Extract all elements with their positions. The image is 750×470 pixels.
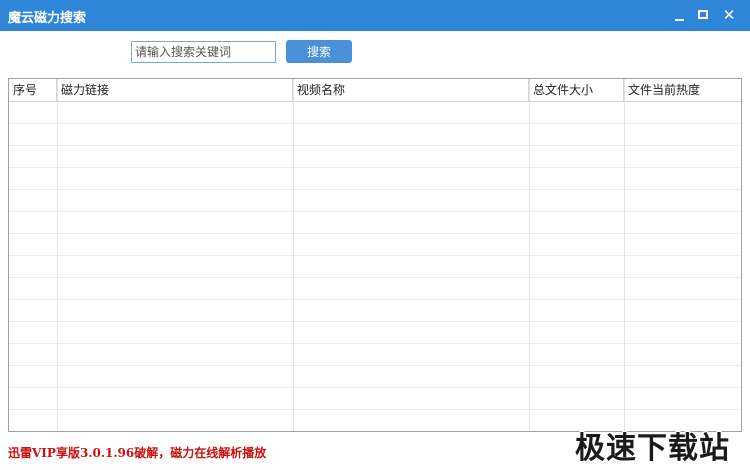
title-bar: 魔云磁力搜索 ✕ — [0, 0, 750, 31]
table-row — [9, 212, 741, 234]
table-row — [9, 366, 741, 388]
window-title: 魔云磁力搜索 — [8, 11, 87, 26]
column-header-popularity[interactable]: 文件当前热度 — [624, 79, 741, 102]
maximize-button[interactable] — [692, 4, 714, 26]
table-row — [9, 322, 741, 344]
search-input[interactable] — [131, 41, 276, 63]
table-row — [9, 234, 741, 256]
column-header-total-size[interactable]: 总文件大小 — [529, 79, 624, 102]
maximize-icon — [698, 10, 708, 19]
search-button[interactable]: 搜索 — [286, 40, 352, 63]
minimize-icon — [674, 18, 684, 21]
table-row — [9, 388, 741, 410]
table-row — [9, 256, 741, 278]
results-table[interactable]: 序号 磁力链接 视频名称 总文件大小 文件当前热度 — [8, 78, 742, 432]
column-divider — [624, 79, 625, 431]
column-header-video-name[interactable]: 视频名称 — [293, 79, 529, 102]
column-divider — [529, 79, 530, 431]
column-header-index[interactable]: 序号 — [9, 79, 57, 102]
column-header-magnet-link[interactable]: 磁力链接 — [57, 79, 293, 102]
status-text: 迅雷VIP享版3.0.1.96破解，磁力在线解析播放 — [8, 446, 267, 460]
column-divider — [293, 79, 294, 431]
close-icon: ✕ — [722, 6, 736, 24]
watermark-logo: 极速下载站 — [575, 431, 730, 466]
column-divider — [57, 79, 58, 431]
table-row — [9, 102, 741, 124]
table-header: 序号 磁力链接 视频名称 总文件大小 文件当前热度 — [9, 79, 741, 102]
table-row — [9, 190, 741, 212]
table-body — [9, 102, 741, 431]
table-row — [9, 344, 741, 366]
table-row — [9, 168, 741, 190]
minimize-button[interactable] — [668, 4, 690, 26]
table-row — [9, 300, 741, 322]
close-button[interactable]: ✕ — [718, 4, 740, 26]
table-row — [9, 146, 741, 168]
table-row — [9, 124, 741, 146]
table-row — [9, 278, 741, 300]
